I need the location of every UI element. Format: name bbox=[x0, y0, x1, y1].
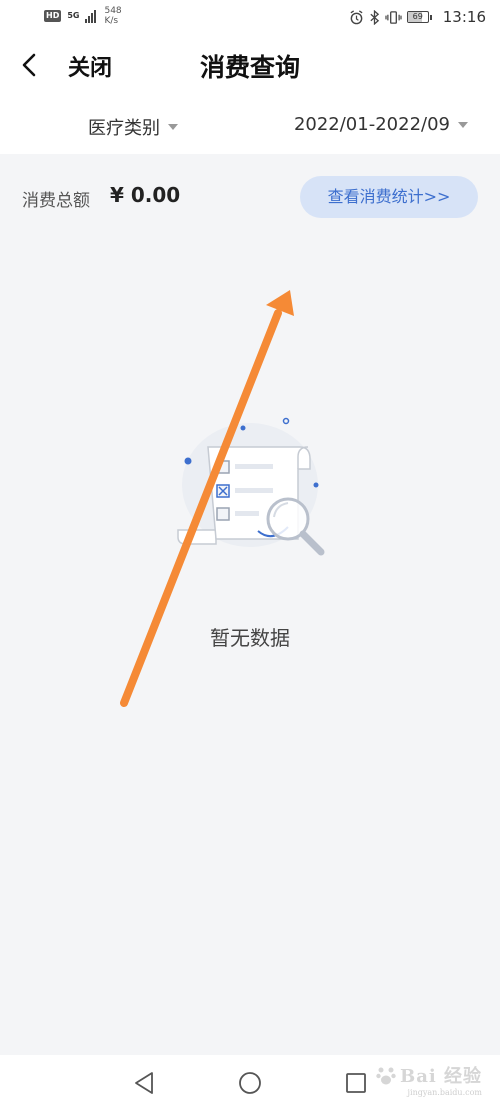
view-stats-button[interactable]: 查看消费统计>> bbox=[300, 176, 478, 218]
caret-down-icon bbox=[458, 121, 468, 128]
network-type: 5G bbox=[67, 11, 80, 20]
empty-document-illustration bbox=[177, 417, 325, 556]
square-recent-icon bbox=[346, 1073, 366, 1093]
watermark-subtext: jingyan.baidu.com bbox=[407, 1088, 482, 1097]
battery-level: 69 bbox=[412, 12, 423, 21]
category-filter-dropdown[interactable]: 医疗类别 bbox=[88, 114, 178, 140]
date-range-dropdown[interactable]: 2022/01-2022/09 bbox=[294, 114, 468, 135]
speed-unit: K/s bbox=[104, 16, 119, 26]
category-filter-label: 医疗类别 bbox=[88, 118, 160, 139]
triangle-back-icon bbox=[135, 1072, 153, 1094]
alarm-icon bbox=[350, 9, 363, 24]
speed-value: 548 bbox=[104, 6, 122, 16]
nav-recent-apps-button[interactable] bbox=[342, 1069, 370, 1097]
battery-icon: 69 bbox=[406, 11, 432, 23]
status-left: HD 5G 548 K/s bbox=[44, 6, 122, 26]
caret-down-icon bbox=[168, 124, 178, 130]
nav-home-button[interactable] bbox=[236, 1069, 264, 1097]
paw-icon bbox=[376, 1067, 396, 1085]
date-range-label: 2022/01-2022/09 bbox=[293, 114, 450, 135]
watermark: Bai 经验 jingyan.baidu.com bbox=[375, 1062, 482, 1097]
filter-bar: 医疗类别 2022/01-2022/09 bbox=[0, 96, 500, 154]
status-right: 69 13:16 bbox=[349, 8, 486, 26]
status-bar: HD 5G 548 K/s 69 13:16 bbox=[0, 0, 500, 36]
watermark-text: Bai 经验 bbox=[400, 1066, 482, 1087]
circle-home-icon bbox=[239, 1072, 261, 1094]
network-speed: 548 K/s bbox=[104, 6, 121, 26]
total-amount-label: 消费总额 bbox=[22, 191, 90, 211]
page-title: 消费查询 bbox=[199, 53, 300, 82]
hd-badge: HD bbox=[44, 10, 62, 22]
total-amount-value: ¥ 0.00 bbox=[110, 183, 181, 207]
signal-icon bbox=[85, 9, 97, 23]
summary-row: 消费总额 ¥ 0.00 查看消费统计>> bbox=[0, 154, 500, 238]
empty-state-message: 暂无数据 bbox=[210, 626, 290, 650]
status-time: 13:16 bbox=[442, 8, 486, 26]
bluetooth-icon bbox=[370, 9, 379, 25]
nav-back-button[interactable] bbox=[130, 1069, 158, 1097]
vibrate-icon bbox=[385, 10, 402, 24]
title-bar: 关闭 消费查询 bbox=[0, 36, 500, 96]
